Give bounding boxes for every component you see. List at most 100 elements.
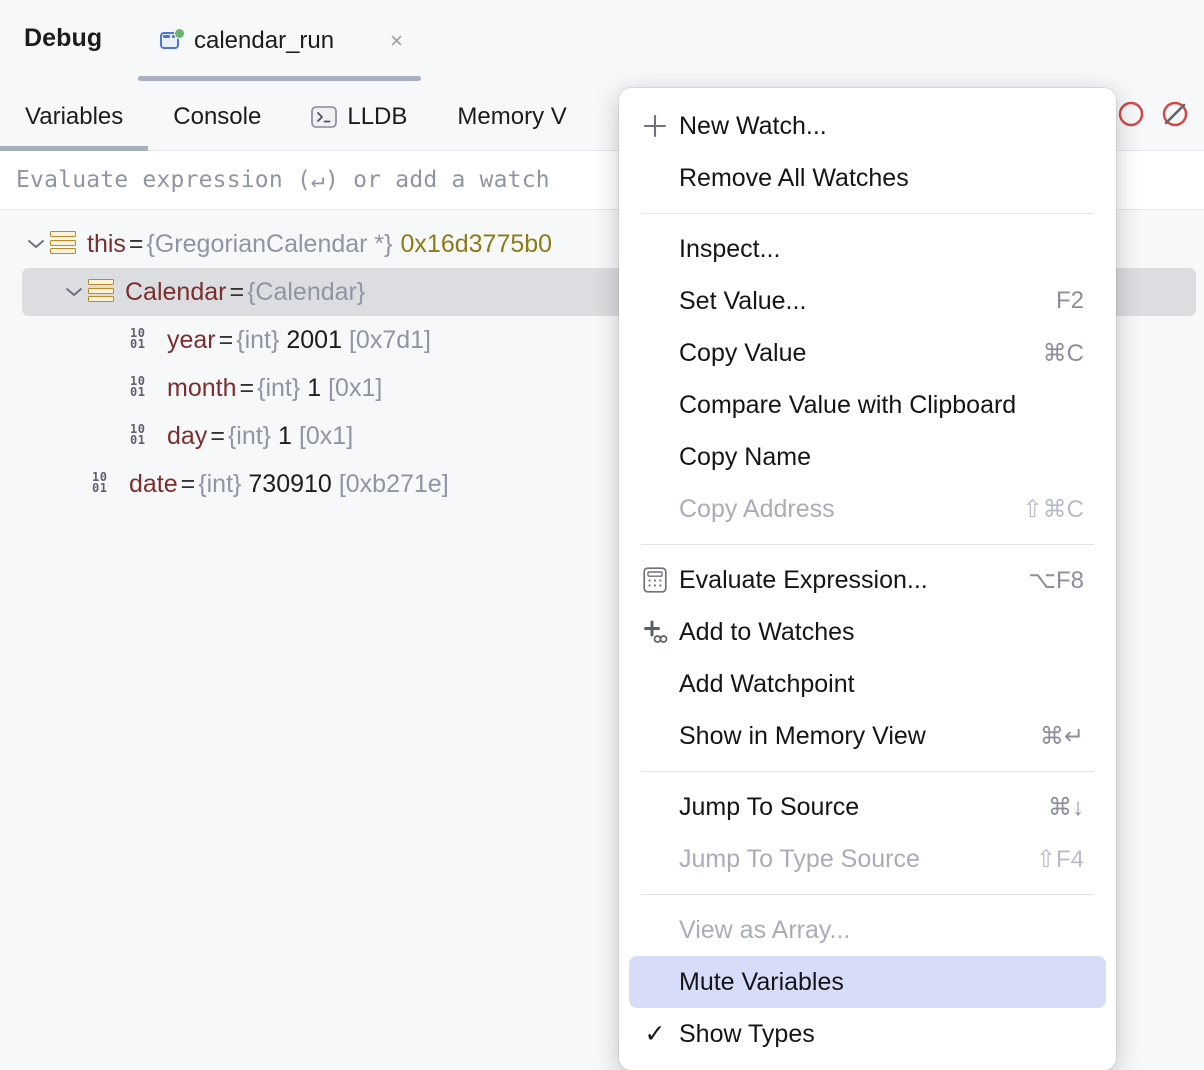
menu-item-label: Show in Memory View: [679, 722, 1020, 751]
run-tab-label: calendar_run: [194, 27, 334, 55]
menu-item-label: Add Watchpoint: [679, 670, 1064, 699]
menu-separator: [641, 544, 1094, 545]
menu-item-shortcut: ⌘C: [1023, 339, 1084, 368]
terminal-icon: [311, 106, 337, 128]
struct-icon: [88, 279, 114, 305]
menu-item-label: View as Array...: [679, 916, 1064, 945]
menu-separator: [641, 771, 1094, 772]
menu-item-inspect[interactable]: Inspect...: [629, 223, 1106, 275]
variable-type: {GregorianCalendar *}: [147, 230, 393, 259]
chevron-down-icon[interactable]: [60, 286, 88, 298]
equals-sign: =: [126, 230, 147, 259]
menu-item-shortcut: ⌘↵: [1020, 722, 1084, 751]
running-dot: [174, 28, 185, 39]
variable-value: 1: [271, 422, 292, 451]
run-config-icon: [160, 29, 184, 53]
calculator-icon: [639, 567, 671, 593]
menu-item-label: Jump To Type Source: [679, 845, 1016, 874]
tab-memory-view[interactable]: Memory V: [432, 82, 591, 151]
menu-item-jump-to-source[interactable]: Jump To Source ⌘↓: [629, 781, 1106, 833]
menu-item-shortcut: ⇧F4: [1016, 845, 1084, 874]
menu-item-label: Add to Watches: [679, 618, 1064, 647]
variable-address: 0x16d3775b0: [393, 230, 553, 259]
menu-item-label: Set Value...: [679, 287, 1036, 316]
variable-type: {int}: [228, 422, 271, 451]
menu-item-new-watch[interactable]: New Watch...: [629, 100, 1106, 152]
int-icon: 1001: [130, 375, 156, 401]
variable-type: {int}: [198, 470, 241, 499]
menu-item-copy-value[interactable]: Copy Value ⌘C: [629, 327, 1106, 379]
menu-item-shortcut: ⇧⌘C: [1003, 495, 1084, 524]
int-icon: 1001: [130, 327, 156, 353]
variable-hex: [0x7d1]: [342, 326, 431, 355]
menu-item-show-types[interactable]: ✓ Show Types: [629, 1008, 1106, 1060]
menu-separator: [641, 894, 1094, 895]
menu-item-label: Copy Name: [679, 443, 1064, 472]
tab-memory-view-label: Memory V: [457, 103, 566, 131]
variable-name: month: [167, 374, 236, 403]
menu-item-label: Mute Variables: [679, 968, 1064, 997]
variable-name: date: [129, 470, 178, 499]
menu-item-show-in-memory-view[interactable]: Show in Memory View ⌘↵: [629, 710, 1106, 762]
variable-type: {int}: [236, 326, 279, 355]
equals-sign: =: [226, 278, 247, 307]
menu-item-remove-all-watches[interactable]: Remove All Watches: [629, 152, 1106, 204]
menu-item-label: Copy Value: [679, 339, 1023, 368]
tool-tabs: Variables Console LLDB Memory V: [0, 82, 592, 151]
equals-sign: =: [178, 470, 199, 499]
variables-context-menu: New Watch... Remove All Watches Inspect.…: [619, 88, 1116, 1070]
variable-type: {Calendar}: [247, 278, 365, 307]
menu-item-jump-to-type-source: Jump To Type Source ⇧F4: [629, 833, 1106, 885]
variable-name: day: [167, 422, 207, 451]
menu-item-label: Show Types: [679, 1020, 1064, 1049]
tab-lldb[interactable]: LLDB: [286, 82, 432, 151]
menu-item-mute-variables[interactable]: Mute Variables: [629, 956, 1106, 1008]
menu-item-copy-name[interactable]: Copy Name: [629, 431, 1106, 483]
equals-sign: =: [236, 374, 257, 403]
variable-hex: [0x1]: [321, 374, 382, 403]
tab-lldb-label: LLDB: [347, 103, 407, 131]
equals-sign: =: [207, 422, 228, 451]
tab-variables[interactable]: Variables: [0, 82, 148, 151]
run-tab-underline: [138, 76, 421, 81]
variable-hex: [0xb271e]: [332, 470, 449, 499]
variable-value: 2001: [279, 326, 342, 355]
add-watch-icon: [639, 619, 671, 645]
variable-value: 730910: [241, 470, 331, 499]
run-configuration-tab[interactable]: calendar_run ×: [138, 0, 421, 82]
int-icon: 1001: [92, 471, 118, 497]
menu-item-label: Jump To Source: [679, 793, 1028, 822]
menu-item-set-value[interactable]: Set Value... F2: [629, 275, 1106, 327]
menu-separator: [641, 213, 1094, 214]
close-icon[interactable]: ×: [390, 30, 403, 52]
menu-item-label: Remove All Watches: [679, 164, 1064, 193]
tab-console-label: Console: [173, 103, 261, 131]
equals-sign: =: [216, 326, 237, 355]
breakpoint-icon[interactable]: [1116, 99, 1146, 134]
check-icon: ✓: [639, 1022, 671, 1047]
variable-value: 1: [300, 374, 321, 403]
plus-icon: [639, 113, 671, 139]
tab-console[interactable]: Console: [148, 82, 286, 151]
menu-item-shortcut: ⌥F8: [1008, 566, 1084, 595]
menu-item-evaluate-expression[interactable]: Evaluate Expression... ⌥F8: [629, 554, 1106, 606]
chevron-down-icon[interactable]: [22, 238, 50, 250]
menu-item-label: Inspect...: [679, 235, 1064, 264]
tab-variables-label: Variables: [25, 103, 123, 131]
evaluate-expression-input-placeholder[interactable]: Evaluate expression (↵) or add a watch: [16, 167, 550, 193]
menu-item-label: New Watch...: [679, 112, 1064, 141]
menu-item-copy-address: Copy Address ⇧⌘C: [629, 483, 1106, 535]
menu-item-shortcut: ⌘↓: [1028, 793, 1084, 822]
menu-item-compare-value-with-clipboard[interactable]: Compare Value with Clipboard: [629, 379, 1106, 431]
mute-breakpoints-icon[interactable]: [1160, 99, 1190, 134]
struct-icon: [50, 231, 76, 257]
menu-item-add-to-watches[interactable]: Add to Watches: [629, 606, 1106, 658]
menu-item-label: Compare Value with Clipboard: [679, 391, 1064, 420]
variable-name: year: [167, 326, 216, 355]
window-top-bar: Debug calendar_run ×: [0, 0, 1204, 82]
menu-item-label: Copy Address: [679, 495, 1003, 524]
menu-item-label: Evaluate Expression...: [679, 566, 1008, 595]
menu-item-shortcut: F2: [1036, 287, 1084, 315]
menu-item-add-watchpoint[interactable]: Add Watchpoint: [629, 658, 1106, 710]
variable-name: Calendar: [125, 278, 226, 307]
